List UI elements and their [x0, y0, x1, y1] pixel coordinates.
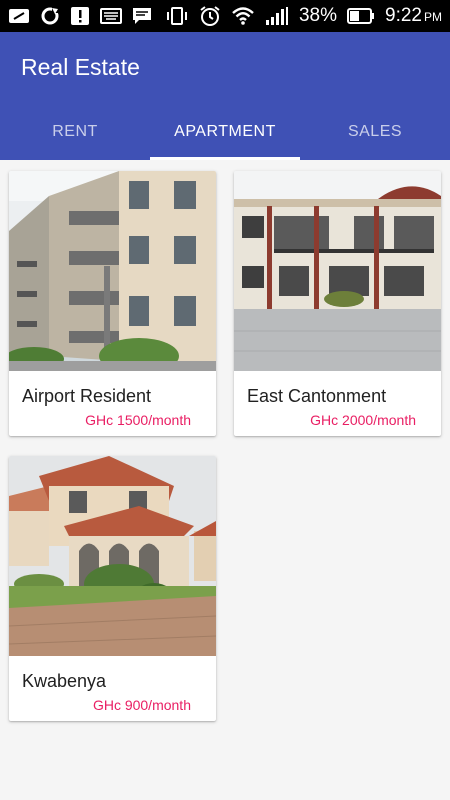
tab-sales[interactable]: SALES — [300, 104, 450, 160]
app-bar: Real Estate RENT APARTMENT SALES — [0, 32, 450, 160]
battery-percent: 38% — [298, 5, 338, 26]
vibrate-icon — [166, 7, 187, 25]
tab-apartment[interactable]: APARTMENT — [150, 104, 300, 160]
listing-price: GHc 1500/month — [85, 412, 191, 428]
listing-name: Airport Resident — [22, 386, 152, 406]
listing-card-kwabenya[interactable]: Kwabenya GHc 900/month — [9, 456, 216, 721]
tab-rent[interactable]: RENT — [0, 104, 150, 160]
keyboard-icon — [100, 8, 122, 24]
clock-suffix: PM — [424, 10, 442, 24]
listing-name: East Cantonment — [247, 386, 387, 406]
alert-icon — [71, 7, 89, 25]
clock: 9:22 PM — [385, 5, 442, 27]
wifi-icon — [232, 7, 254, 25]
link-icon — [9, 9, 29, 23]
tab-bar: RENT APARTMENT SALES — [0, 104, 450, 160]
apartment-photo — [234, 171, 441, 371]
signal-icon — [265, 7, 288, 25]
listing-card-east-cantonment[interactable]: East Cantonment GHc 2000/month — [234, 171, 441, 436]
listing-price: GHc 900/month — [92, 697, 191, 713]
apartment-photo — [9, 171, 216, 371]
app-title: Real Estate — [21, 54, 140, 80]
listing-price: GHc 2000/month — [310, 412, 416, 428]
alarm-icon — [200, 6, 220, 26]
sync-icon — [41, 7, 59, 25]
listing-name: Kwabenya — [22, 671, 107, 691]
status-bar: 38% 9:22 PM — [0, 0, 450, 32]
listing-card-airport-resident[interactable]: Airport Resident GHc 1500/month — [9, 171, 216, 436]
battery-icon — [347, 8, 375, 24]
clock-time: 9:22 — [385, 5, 422, 26]
house-photo — [9, 456, 216, 656]
message-icon — [133, 8, 151, 24]
